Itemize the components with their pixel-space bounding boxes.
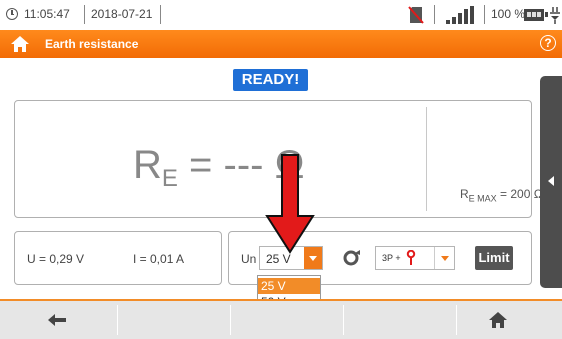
method-select[interactable]: 3P + [375,246,455,270]
bottom-toolbar [0,301,562,339]
toolbar-separator [117,305,118,335]
page-title: Earth resistance [45,37,139,51]
method-label: 3P + [382,253,401,263]
status-bar: 11:05:47 2018-07-21 100 % [0,0,562,30]
rmax-subscript: E MAX [468,193,497,204]
charging-plug-icon [550,7,560,24]
sd-card-missing-icon [408,6,424,24]
title-bar: Earth resistance ? [0,30,562,58]
rmax-value: = 200 Ω [496,187,543,201]
status-divider [484,5,485,24]
status-time: 11:05:47 [24,7,70,21]
battery-percent: 100 % [491,7,526,21]
home-icon[interactable] [488,310,508,330]
toolbar-separator [343,305,344,335]
un-selected-value: 25 V [266,252,291,266]
rmax-symbol: R [460,187,469,201]
home-icon[interactable] [10,34,30,54]
result-subscript: E [161,165,178,192]
limit-button[interactable]: Limit [475,246,513,270]
measurement-panel: U = 0,29 V I = 0,01 A [14,231,222,285]
voltage-reading: U = 0,29 V [27,252,85,266]
status-divider [434,5,435,24]
battery-icon [524,9,548,21]
chevron-down-icon [441,256,449,261]
dropdown-button[interactable] [434,247,454,269]
status-date: 2018-07-21 [91,7,153,21]
status-badge: READY! [233,69,308,91]
toolbar-separator [230,305,231,335]
pointer-arrow-icon [265,154,315,254]
current-reading: I = 0,01 A [133,252,185,266]
clamp-icon[interactable] [343,249,361,267]
clock-icon [6,8,18,20]
result-symbol: R [133,143,162,187]
signal-strength-icon [446,6,478,24]
help-icon[interactable]: ? [540,35,556,51]
side-panel-toggle[interactable] [540,76,562,288]
probe-icon [406,250,416,265]
chevron-left-icon [548,176,554,186]
chevron-down-icon [309,256,317,261]
dropdown-option[interactable]: 25 V [258,278,320,294]
status-divider [160,5,161,24]
result-divider [426,107,427,211]
un-label: Un [241,252,257,266]
rmax-limit: RE MAX = 200 Ω [460,187,543,203]
status-divider [84,5,85,24]
back-arrow-icon[interactable] [47,313,67,327]
toolbar-separator [456,305,457,335]
